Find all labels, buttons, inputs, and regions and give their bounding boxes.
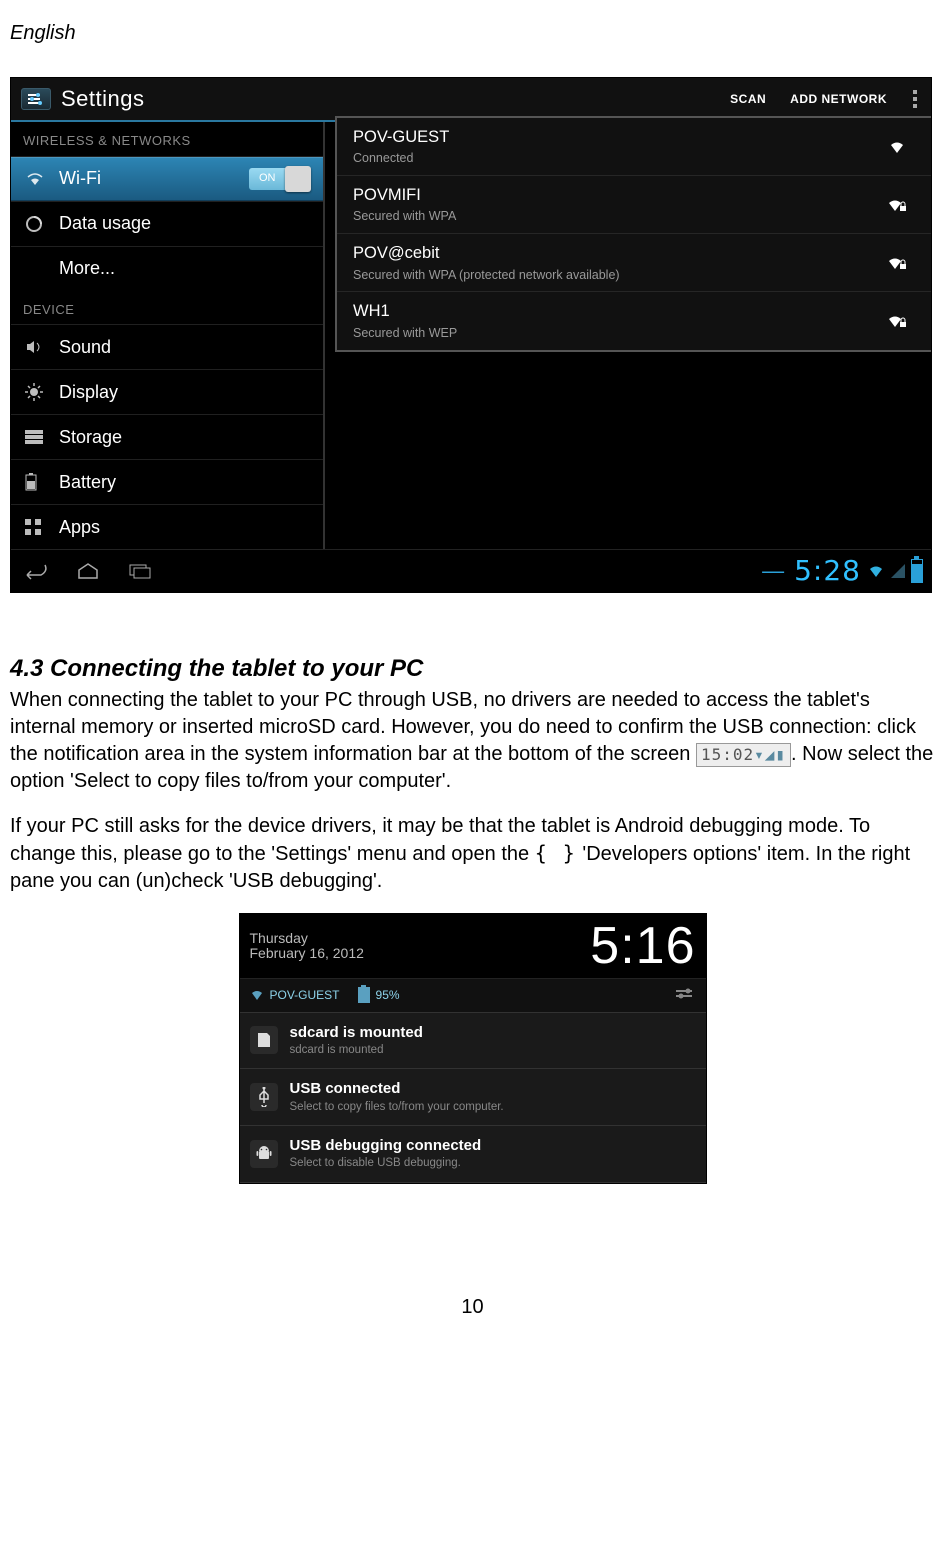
sidebar-item-storage[interactable]: Storage <box>11 414 323 459</box>
wifi-signal-icon <box>887 139 907 155</box>
sidebar-item-wifi[interactable]: Wi-Fi ON <box>11 156 323 201</box>
body-paragraph-1: When connecting the tablet to your PC th… <box>10 687 935 795</box>
settings-screenshot: Settings SCAN ADD NETWORK WIRELESS & NET… <box>10 77 932 593</box>
apps-icon <box>25 519 47 535</box>
developer-options-icon: { } <box>535 841 577 865</box>
settings-titlebar: Settings SCAN ADD NETWORK <box>11 78 931 120</box>
notification-item[interactable]: USB debugging connected Select to disabl… <box>240 1125 706 1183</box>
sidebar-item-more[interactable]: More... <box>11 246 323 291</box>
notification-subtitle: Select to copy files to/from your comput… <box>290 1100 504 1116</box>
wifi-icon <box>25 171 47 187</box>
android-icon <box>250 1140 278 1168</box>
notification-title: USB connected <box>290 1079 504 1099</box>
wifi-status: Secured with WPA (protected network avai… <box>353 267 620 284</box>
wifi-network-panel: POV-GUEST Connected POVMIFI Secured with… <box>325 122 931 550</box>
home-icon[interactable] <box>71 560 105 582</box>
sidebar-item-sound[interactable]: Sound <box>11 324 323 369</box>
sidebar-item-display[interactable]: Display <box>11 369 323 414</box>
nav-dash-icon: — <box>762 556 784 586</box>
notification-item[interactable]: USB connected Select to copy files to/fr… <box>240 1068 706 1125</box>
wifi-ssid: POVMIFI <box>353 184 456 206</box>
settings-title: Settings <box>61 84 145 114</box>
sidebar-item-label: Display <box>59 380 118 404</box>
sidebar-item-label: Apps <box>59 515 100 539</box>
recent-apps-icon[interactable] <box>123 560 157 582</box>
sidebar-item-label: Battery <box>59 470 116 494</box>
notification-item[interactable]: sdcard is mounted sdcard is mounted <box>240 1012 706 1069</box>
notification-title: USB debugging connected <box>290 1136 482 1156</box>
status-wifi-icon <box>250 989 264 1001</box>
page-number: 10 <box>10 1294 935 1321</box>
sidebar-item-label: Storage <box>59 425 122 449</box>
notification-subtitle: sdcard is mounted <box>290 1043 423 1059</box>
status-battery-pct: 95% <box>376 987 400 1003</box>
back-icon[interactable] <box>19 560 53 582</box>
overflow-menu-icon[interactable] <box>913 90 917 108</box>
data-usage-icon <box>25 215 47 233</box>
sidebar-item-battery[interactable]: Battery <box>11 459 323 504</box>
notification-subtitle: Select to disable USB debugging. <box>290 1156 482 1172</box>
wifi-status: Secured with WPA <box>353 208 456 225</box>
nav-battery-icon <box>911 559 923 583</box>
notification-header: Thursday February 16, 2012 5:16 <box>240 914 706 978</box>
wifi-network-item[interactable]: POV-GUEST Connected <box>337 118 931 176</box>
sound-icon <box>25 338 47 356</box>
sidebar-item-apps[interactable]: Apps <box>11 504 323 549</box>
wifi-network-item[interactable]: WH1 Secured with WEP <box>337 292 931 349</box>
wifi-status: Secured with WEP <box>353 325 457 342</box>
sidebar-item-label: Data usage <box>59 211 151 235</box>
scan-button[interactable]: SCAN <box>718 87 778 111</box>
wifi-signal-secure-icon <box>885 255 907 271</box>
wifi-network-item[interactable]: POV@cebit Secured with WPA (protected ne… <box>337 234 931 292</box>
wifi-toggle[interactable]: ON <box>249 168 309 190</box>
sidebar-item-label: More... <box>59 256 115 280</box>
sidebar-section-device: DEVICE <box>11 291 323 325</box>
quick-settings-icon[interactable] <box>676 988 696 1002</box>
wifi-ssid: POV@cebit <box>353 242 620 264</box>
wifi-signal-secure-icon <box>885 313 907 329</box>
section-heading: 4.3 Connecting the tablet to your PC <box>10 653 935 685</box>
settings-icon <box>21 88 51 110</box>
quick-status-row: POV-GUEST 95% <box>240 978 706 1011</box>
sidebar-item-label: Wi-Fi <box>59 166 101 190</box>
battery-icon <box>25 473 47 491</box>
nav-cell-icon <box>891 564 905 578</box>
sidebar-item-data-usage[interactable]: Data usage <box>11 201 323 246</box>
notification-panel-screenshot: Thursday February 16, 2012 5:16 POV-GUES… <box>239 913 707 1183</box>
system-navbar: — 5:28 <box>11 549 931 592</box>
notification-date: Thursday February 16, 2012 <box>250 931 364 962</box>
wifi-signal-secure-icon <box>885 197 907 213</box>
usb-icon <box>250 1083 278 1111</box>
wifi-network-item[interactable]: POVMIFI Secured with WPA <box>337 176 931 234</box>
notification-clock: 5:16 <box>590 920 695 972</box>
wifi-ssid: WH1 <box>353 300 457 322</box>
status-battery-icon <box>358 987 370 1003</box>
wifi-network-list: POV-GUEST Connected POVMIFI Secured with… <box>335 116 931 352</box>
nav-clock[interactable]: 5:28 <box>794 552 861 590</box>
sdcard-icon <box>250 1026 278 1054</box>
wifi-ssid: POV-GUEST <box>353 126 449 148</box>
body-paragraph-2: If your PC still asks for the device dri… <box>10 813 935 895</box>
sidebar-section-wireless: WIRELESS & NETWORKS <box>11 122 323 156</box>
settings-sidebar: WIRELESS & NETWORKS Wi-Fi ON Data usage … <box>11 122 325 550</box>
sidebar-item-label: Sound <box>59 335 111 359</box>
storage-icon <box>25 430 47 444</box>
notification-title: sdcard is mounted <box>290 1023 423 1043</box>
add-network-button[interactable]: ADD NETWORK <box>778 87 899 111</box>
notification-area-chip: 15:02▾◢▮ <box>696 743 791 767</box>
nav-wifi-icon <box>867 564 885 578</box>
page-language-header: English <box>10 20 935 47</box>
display-icon <box>25 383 47 401</box>
status-network-name: POV-GUEST <box>270 987 340 1003</box>
wifi-status: Connected <box>353 150 449 167</box>
